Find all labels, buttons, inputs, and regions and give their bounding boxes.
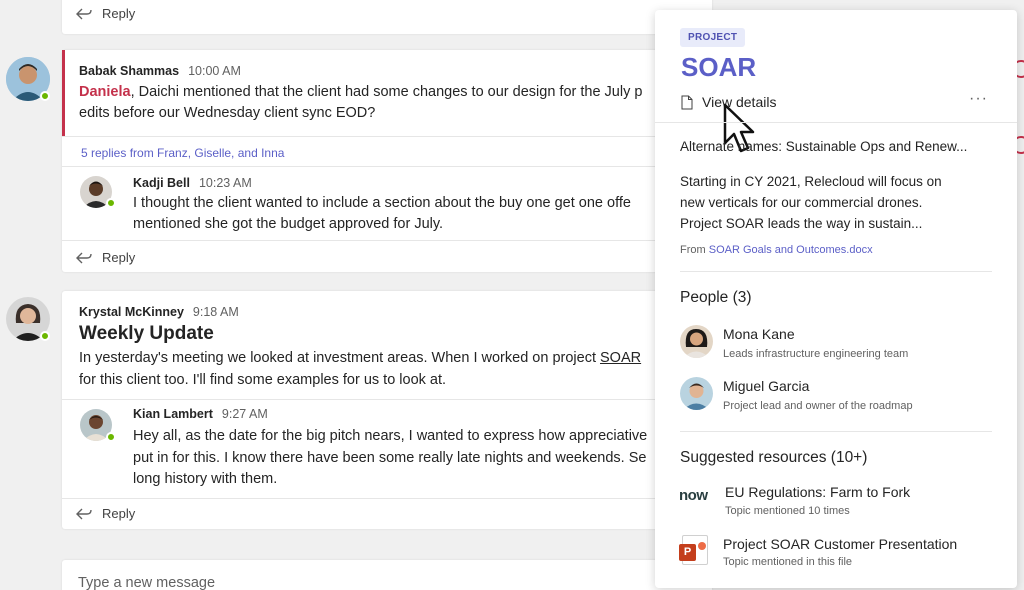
people-heading: People (3) [680, 289, 752, 306]
avatar-miguel-garcia[interactable] [680, 377, 713, 410]
previous-thread-card: Reply [62, 0, 712, 34]
presence-available-icon [106, 432, 116, 442]
reply-line-2: put in for this. I know there have been … [133, 450, 647, 466]
person-photo [680, 325, 713, 358]
person-name[interactable]: Miguel Garcia [723, 378, 809, 394]
reply-line-1: Hey all, as the date for the big pitch n… [133, 428, 648, 444]
resources-heading: Suggested resources (10+) [680, 449, 868, 466]
divider [680, 431, 992, 432]
reply-arrow-icon [76, 252, 92, 263]
document-icon [681, 95, 693, 109]
mention-accent-bar [62, 50, 65, 136]
reply-arrow-icon [76, 508, 92, 519]
presence-available-icon [40, 331, 50, 341]
resource-subtitle: Topic mentioned in this file [723, 556, 853, 568]
message-sender[interactable]: Babak Shammas [79, 64, 179, 78]
resource-title[interactable]: Project SOAR Customer Presentation [723, 536, 957, 552]
presence-available-icon [106, 198, 116, 208]
reply-label: Reply [102, 250, 136, 265]
reply-label: Reply [102, 506, 136, 521]
more-options-button[interactable]: ··· [969, 90, 988, 108]
reply-label: Reply [102, 6, 136, 21]
divider [62, 399, 712, 400]
message-body: Daniela, Daichi mentioned that the clien… [79, 82, 642, 103]
topic-type-badge: PROJECT [680, 28, 746, 47]
servicenow-icon: now [679, 487, 708, 504]
resource-subtitle: Topic mentioned 10 times [725, 505, 850, 517]
soar-entity-link[interactable]: SOAR [600, 350, 641, 366]
message-line-1: , Daichi mentioned that the client had s… [130, 84, 643, 100]
avatar-mona-kane[interactable] [680, 325, 713, 358]
alternate-names: Alternate names: Sustainable Ops and Ren… [680, 139, 968, 154]
person-name[interactable]: Mona Kane [723, 326, 795, 342]
description-line-2: new verticals for our commercial drones. [680, 195, 923, 210]
powerpoint-icon: P [679, 535, 708, 565]
reply-sender[interactable]: Kadji Bell [133, 176, 190, 190]
replies-summary-link[interactable]: 5 replies from Franz, Giselle, and Inna [81, 146, 284, 160]
message-body: In yesterday's meeting we looked at inve… [79, 348, 641, 369]
topic-title[interactable]: SOAR [681, 52, 756, 83]
divider [680, 271, 992, 272]
reply-button[interactable]: Reply [76, 6, 135, 21]
thread-card-babak: Babak Shammas 10:00 AM Daniela, Daichi m… [62, 50, 712, 272]
source-document-link[interactable]: SOAR Goals and Outcomes.docx [709, 244, 873, 256]
divider [655, 122, 1017, 123]
message-sender[interactable]: Krystal McKinney [79, 305, 184, 319]
reply-button[interactable]: Reply [76, 506, 135, 521]
divider [62, 240, 712, 241]
reply-button[interactable]: Reply [76, 250, 135, 265]
message-time: 10:00 AM [188, 64, 241, 78]
resource-title[interactable]: EU Regulations: Farm to Fork [725, 484, 910, 500]
person-role: Leads infrastructure engineering team [723, 348, 909, 360]
divider [62, 136, 712, 137]
reply-sender[interactable]: Kian Lambert [133, 407, 213, 421]
source-attribution: From SOAR Goals and Outcomes.docx [680, 244, 873, 256]
reply-line-3: long history with them. [133, 471, 278, 487]
reply-line-1: I thought the client wanted to include a… [133, 195, 631, 211]
reply-time: 9:27 AM [221, 407, 268, 421]
person-photo [680, 377, 713, 410]
from-label: From [680, 244, 709, 256]
description-line-3: Project SOAR leads the way in sustain... [680, 216, 923, 231]
divider [62, 498, 712, 499]
mention-daniela[interactable]: Daniela [79, 84, 131, 100]
compose-box[interactable]: Type a new message [62, 560, 712, 590]
message-line-2: edits before our Wednesday client sync E… [79, 105, 376, 121]
reply-line-2: mentioned she got the budget approved fo… [133, 216, 444, 232]
message-time: 9:18 AM [192, 305, 239, 319]
reply-time: 10:23 AM [198, 176, 252, 190]
reply-arrow-icon [76, 8, 92, 19]
description-line-1: Starting in CY 2021, Relecloud will focu… [680, 174, 942, 189]
compose-placeholder: Type a new message [78, 575, 216, 590]
thread-card-krystal: Krystal McKinney 9:18 AM Weekly Update I… [62, 291, 712, 529]
message-subject: Weekly Update [79, 323, 214, 344]
person-role: Project lead and owner of the roadmap [723, 400, 913, 412]
divider [62, 166, 712, 167]
message-line-2: for this client too. I'll find some exam… [79, 372, 447, 388]
topic-card-panel: PROJECT SOAR View details ··· Alternate … [655, 10, 1017, 588]
message-line-1: In yesterday's meeting we looked at inve… [79, 350, 601, 366]
presence-available-icon [40, 91, 50, 101]
